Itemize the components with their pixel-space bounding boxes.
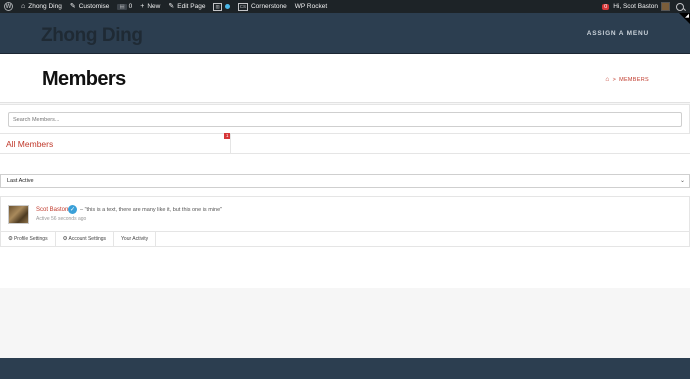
status-dot-icon <box>224 4 230 9</box>
list-item: Scot Baston ✓ – "this is a text, there a… <box>0 196 690 232</box>
admin-bar: W ⌂ Zhong Ding ✎ Customise ▤ 0 + New ✎ E… <box>0 0 690 13</box>
edit-page-label: Edit Page <box>177 3 206 10</box>
member-latest-update: – "this is a text, there are many like i… <box>80 207 223 213</box>
verified-badge-icon: ✓ <box>68 205 77 214</box>
site-footer <box>0 358 690 379</box>
pencil-icon: ✎ <box>168 3 175 10</box>
tab-all-members-count: 1 <box>224 133 230 139</box>
breadcrumb-current: MEMBERS <box>619 76 649 83</box>
gear-icon: ⚙ <box>62 236 68 242</box>
page-title-band: Members ⌂ > MEMBERS <box>0 54 690 103</box>
site-title[interactable]: Zhong Ding <box>41 25 143 47</box>
account-settings-label: Account Settings <box>68 236 107 242</box>
order-by-select[interactable]: Last Active ⌄ <box>0 174 690 188</box>
search-bar <box>0 104 690 134</box>
brush-icon: ✎ <box>69 3 76 10</box>
account-settings-link[interactable]: ⚙ Account Settings <box>56 232 115 246</box>
tab-all-members[interactable]: All Members 1 <box>0 133 231 153</box>
search-members-input[interactable] <box>8 112 682 127</box>
order-by-value: Last Active <box>7 178 34 184</box>
site-header: Zhong Ding ASSIGN A MENU ◢ <box>0 13 690 54</box>
plus-icon: + <box>140 3 145 10</box>
corner-toggle-icon[interactable]: ◢ <box>679 13 690 24</box>
breadcrumb: ⌂ > MEMBERS <box>605 76 649 83</box>
member-subnav: ⚙ Profile Settings ⚙ Account Settings Yo… <box>0 232 690 247</box>
member-avatar[interactable] <box>8 205 29 224</box>
site-name-label: Zhong Ding <box>28 3 62 10</box>
profile-settings-link[interactable]: ⚙ Profile Settings <box>1 232 56 246</box>
new-content-link[interactable]: + New <box>136 0 164 13</box>
cornerstone-icon: CS <box>237 2 248 11</box>
notification-count[interactable]: 0 <box>602 3 610 10</box>
comments-link[interactable]: ▤ 0 <box>113 0 136 13</box>
cornerstone-link[interactable]: CS Cornerstone <box>234 0 291 13</box>
member-last-active: Active 56 seconds ago <box>36 216 87 222</box>
profile-settings-label: Profile Settings <box>13 236 48 242</box>
comments-count: 0 <box>128 3 133 10</box>
cornerstone-label: Cornerstone <box>250 3 287 10</box>
new-label: New <box>147 3 161 10</box>
gear-icon: ⚙ <box>8 236 13 242</box>
your-activity-link[interactable]: Your Activity <box>114 232 157 246</box>
chevron-down-icon: ⌄ <box>679 178 685 184</box>
tab-all-members-label: All Members <box>6 138 54 149</box>
edit-page-link[interactable]: ✎ Edit Page <box>164 0 209 13</box>
plugin-icon: ▥ <box>213 2 222 11</box>
customise-label: Customise <box>78 3 110 10</box>
wp-rocket-link[interactable]: WP Rocket <box>291 0 331 13</box>
comments-icon: ▤ <box>117 3 127 10</box>
site-name-link[interactable]: ⌂ Zhong Ding <box>17 0 66 13</box>
members-directory: All Members 1 Last Active ⌄ Scot Baston … <box>0 104 690 288</box>
search-icon[interactable] <box>676 2 684 11</box>
page-title: Members <box>42 68 126 90</box>
plugin-icon-button[interactable]: ▥ <box>209 0 233 13</box>
assign-menu-link[interactable]: ASSIGN A MENU <box>587 30 649 37</box>
your-activity-label: Your Activity <box>121 236 149 242</box>
directory-tabs: All Members 1 <box>0 133 690 154</box>
account-greeting[interactable]: Hi, Scot Baston <box>613 3 658 10</box>
wp-rocket-label: WP Rocket <box>294 3 328 10</box>
customise-link[interactable]: ✎ Customise <box>66 0 114 13</box>
breadcrumb-separator: > <box>612 76 617 83</box>
wordpress-icon: W <box>4 2 13 11</box>
wordpress-logo-button[interactable]: W <box>0 0 17 13</box>
home-icon: ⌂ <box>21 3 26 10</box>
avatar[interactable] <box>661 2 670 11</box>
home-icon[interactable]: ⌂ <box>605 76 609 83</box>
member-name-link[interactable]: Scot Baston <box>36 207 68 213</box>
